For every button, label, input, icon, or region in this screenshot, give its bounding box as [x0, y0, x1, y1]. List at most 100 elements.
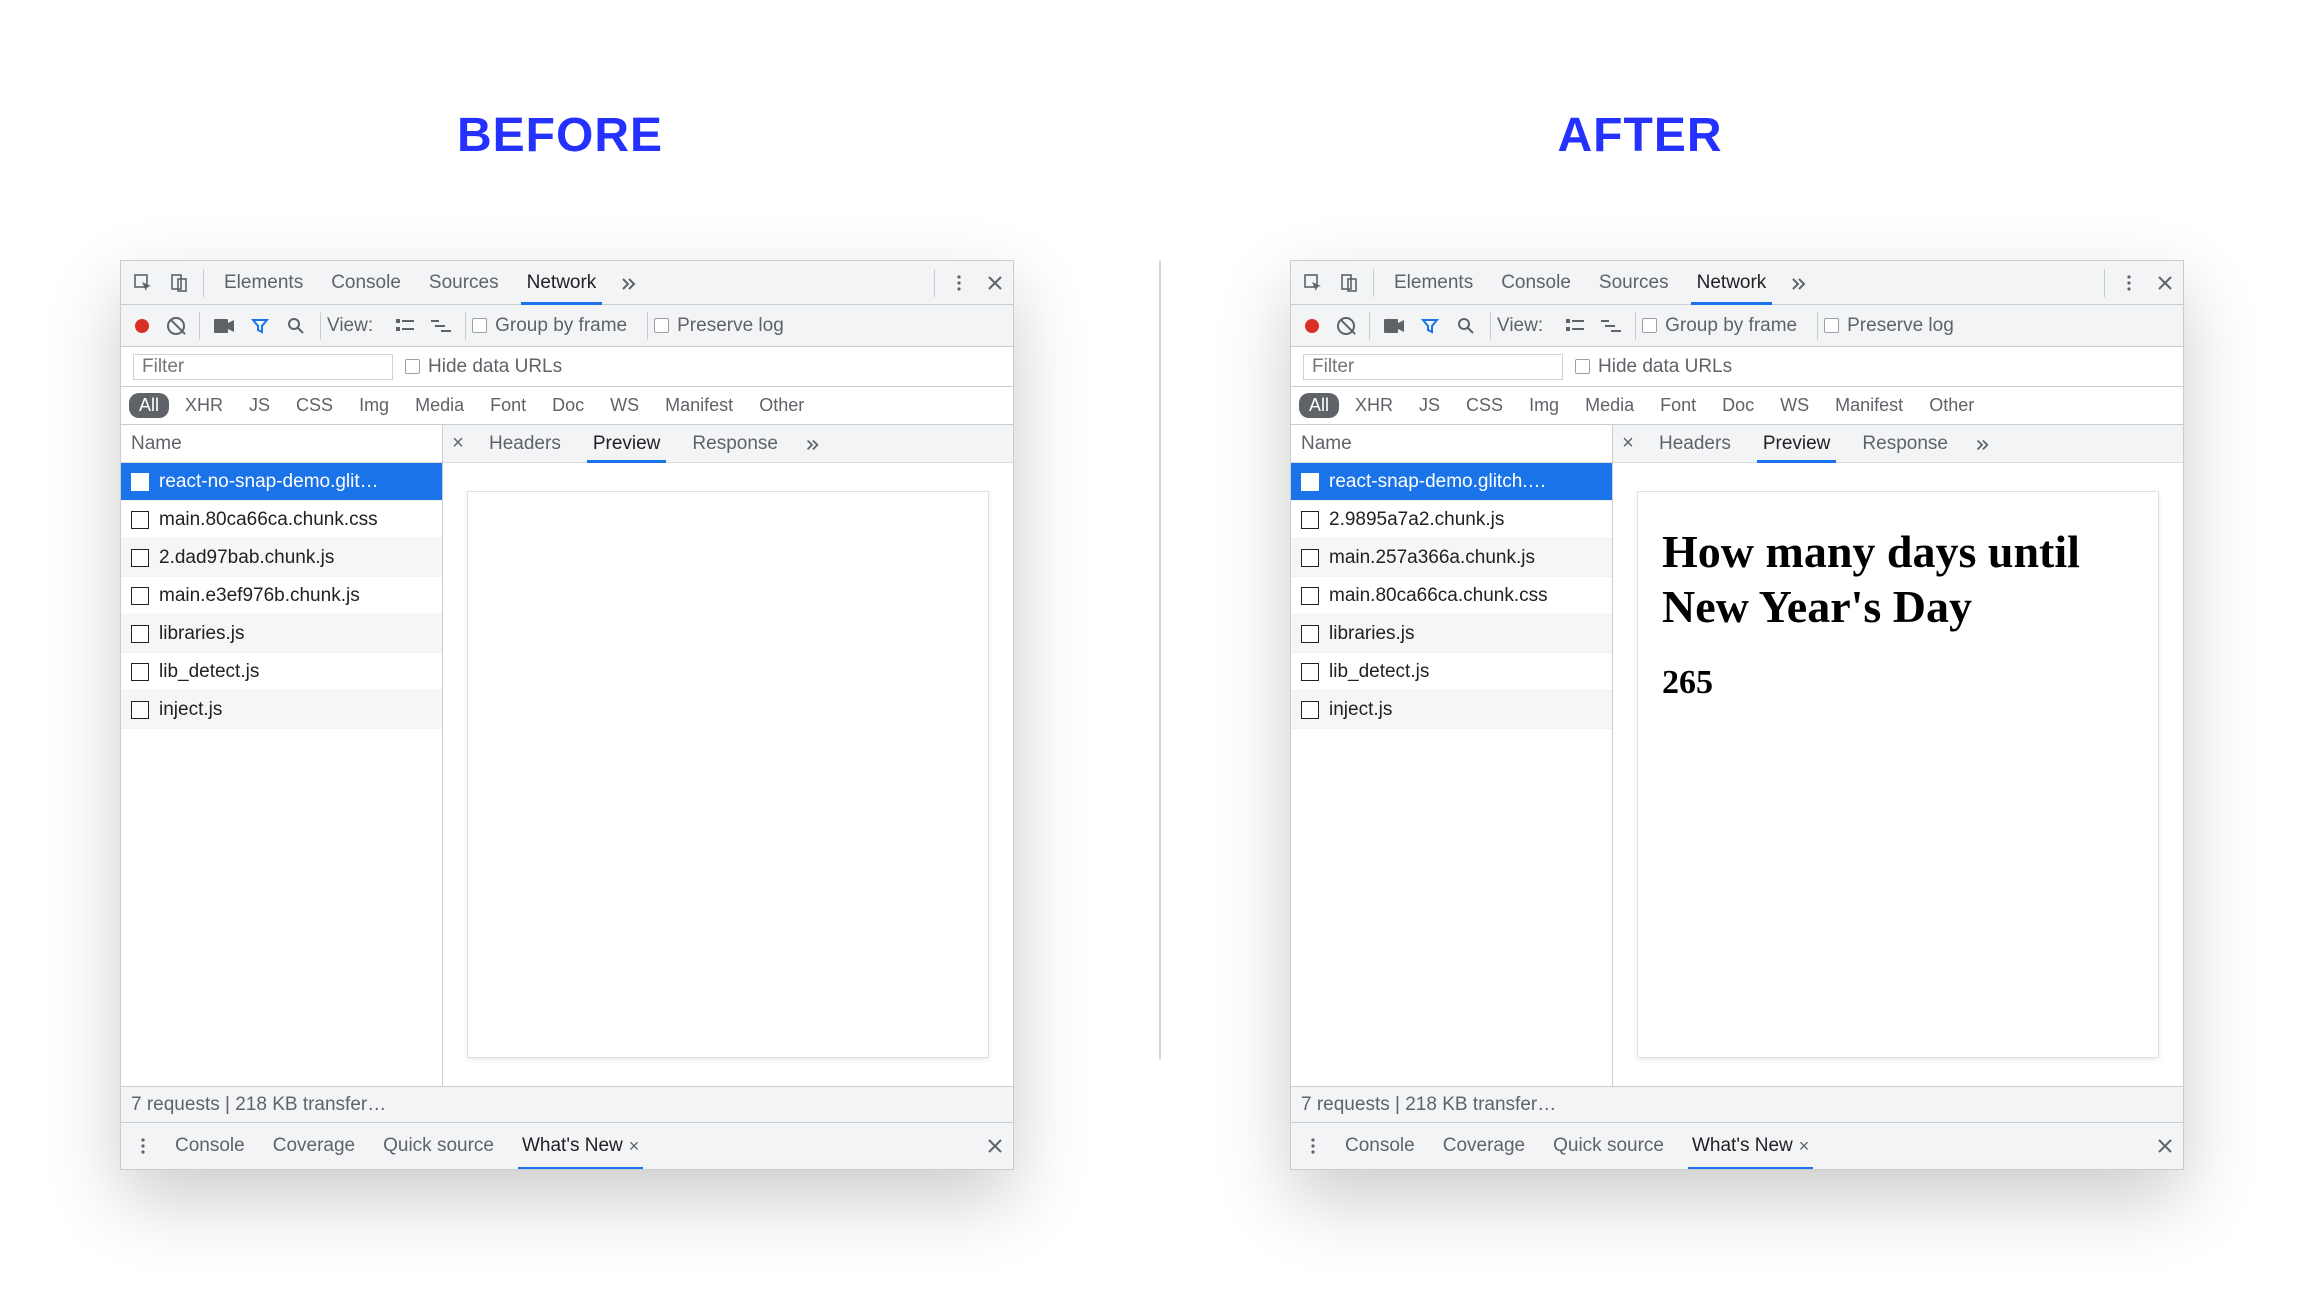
tab-network[interactable]: Network — [513, 261, 611, 304]
large-rows-icon[interactable] — [1561, 312, 1589, 340]
type-all[interactable]: All — [129, 393, 169, 418]
camera-icon[interactable] — [1380, 312, 1408, 340]
filter-icon[interactable] — [1416, 312, 1444, 340]
detail-tab-preview[interactable]: Preview — [1747, 425, 1847, 462]
close-tab-icon[interactable]: × — [1799, 1136, 1810, 1157]
close-drawer-icon[interactable] — [2151, 1132, 2179, 1160]
drawer-tab-console[interactable]: Console — [1331, 1123, 1429, 1169]
close-tab-icon[interactable]: × — [629, 1136, 640, 1157]
request-row[interactable]: lib_detect.js — [121, 653, 442, 691]
request-row[interactable]: react-no-snap-demo.glit… — [121, 463, 442, 501]
drawer-tab-whats-new[interactable]: What's New × — [508, 1123, 653, 1169]
tab-elements[interactable]: Elements — [1380, 261, 1487, 304]
type-manifest[interactable]: Manifest — [1825, 393, 1913, 418]
inspect-element-icon[interactable] — [1299, 269, 1327, 297]
search-icon[interactable] — [282, 312, 310, 340]
tab-elements[interactable]: Elements — [210, 261, 317, 304]
drawer-tab-quick-source[interactable]: Quick source — [369, 1123, 508, 1169]
drawer-tab-coverage[interactable]: Coverage — [1429, 1123, 1539, 1169]
group-by-frame-checkbox[interactable] — [472, 318, 487, 333]
more-tabs-icon[interactable] — [1784, 269, 1812, 297]
preserve-log-checkbox[interactable] — [1824, 318, 1839, 333]
clear-button[interactable] — [1337, 317, 1355, 335]
request-row[interactable]: main.80ca66ca.chunk.css — [121, 501, 442, 539]
type-img[interactable]: Img — [1519, 393, 1569, 418]
detail-tab-headers[interactable]: Headers — [1643, 425, 1747, 462]
waterfall-icon[interactable] — [1597, 312, 1625, 340]
drawer-menu-icon[interactable] — [1299, 1132, 1327, 1160]
filter-icon[interactable] — [246, 312, 274, 340]
detail-tab-response[interactable]: Response — [676, 425, 794, 462]
drawer-tab-console[interactable]: Console — [161, 1123, 259, 1169]
filter-input[interactable] — [1303, 354, 1563, 380]
type-xhr[interactable]: XHR — [1345, 393, 1403, 418]
type-doc[interactable]: Doc — [1712, 393, 1764, 418]
type-img[interactable]: Img — [349, 393, 399, 418]
type-ws[interactable]: WS — [1770, 393, 1819, 418]
hide-data-urls-checkbox[interactable] — [1575, 359, 1590, 374]
type-css[interactable]: CSS — [286, 393, 343, 418]
type-all[interactable]: All — [1299, 393, 1339, 418]
request-row[interactable]: main.e3ef976b.chunk.js — [121, 577, 442, 615]
tab-sources[interactable]: Sources — [415, 261, 513, 304]
close-detail-icon[interactable]: × — [1613, 432, 1643, 455]
group-by-frame-checkbox[interactable] — [1642, 318, 1657, 333]
request-row[interactable]: main.257a366a.chunk.js — [1291, 539, 1612, 577]
type-manifest[interactable]: Manifest — [655, 393, 743, 418]
hide-data-urls-checkbox[interactable] — [405, 359, 420, 374]
close-devtools-icon[interactable] — [981, 269, 1009, 297]
drawer-tab-coverage[interactable]: Coverage — [259, 1123, 369, 1169]
close-drawer-icon[interactable] — [981, 1132, 1009, 1160]
type-media[interactable]: Media — [1575, 393, 1644, 418]
inspect-element-icon[interactable] — [129, 269, 157, 297]
clear-button[interactable] — [167, 317, 185, 335]
type-font[interactable]: Font — [480, 393, 536, 418]
kebab-menu-icon[interactable] — [945, 269, 973, 297]
waterfall-icon[interactable] — [427, 312, 455, 340]
tab-console[interactable]: Console — [317, 261, 415, 304]
request-row[interactable]: inject.js — [1291, 691, 1612, 729]
more-tabs-icon[interactable] — [614, 269, 642, 297]
preserve-log-checkbox[interactable] — [654, 318, 669, 333]
close-detail-icon[interactable]: × — [443, 432, 473, 455]
device-toggle-icon[interactable] — [165, 269, 193, 297]
type-js[interactable]: JS — [239, 393, 280, 418]
request-row[interactable]: 2.9895a7a2.chunk.js — [1291, 501, 1612, 539]
request-row[interactable]: libraries.js — [1291, 615, 1612, 653]
request-row[interactable]: libraries.js — [121, 615, 442, 653]
type-ws[interactable]: WS — [600, 393, 649, 418]
request-row[interactable]: react-snap-demo.glitch.… — [1291, 463, 1612, 501]
detail-tab-response[interactable]: Response — [1846, 425, 1964, 462]
tab-network[interactable]: Network — [1683, 261, 1781, 304]
device-toggle-icon[interactable] — [1335, 269, 1363, 297]
filter-input[interactable] — [133, 354, 393, 380]
tab-console[interactable]: Console — [1487, 261, 1585, 304]
more-detail-tabs-icon[interactable] — [798, 430, 826, 458]
request-row[interactable]: 2.dad97bab.chunk.js — [121, 539, 442, 577]
request-row[interactable]: main.80ca66ca.chunk.css — [1291, 577, 1612, 615]
detail-tab-preview[interactable]: Preview — [577, 425, 677, 462]
type-other[interactable]: Other — [749, 393, 814, 418]
type-js[interactable]: JS — [1409, 393, 1450, 418]
type-other[interactable]: Other — [1919, 393, 1984, 418]
type-css[interactable]: CSS — [1456, 393, 1513, 418]
record-button[interactable] — [1305, 319, 1319, 333]
drawer-tab-whats-new[interactable]: What's New × — [1678, 1123, 1823, 1169]
detail-tab-headers[interactable]: Headers — [473, 425, 577, 462]
drawer-menu-icon[interactable] — [129, 1132, 157, 1160]
type-font[interactable]: Font — [1650, 393, 1706, 418]
request-list-header[interactable]: Name — [121, 425, 442, 463]
tab-sources[interactable]: Sources — [1585, 261, 1683, 304]
type-media[interactable]: Media — [405, 393, 474, 418]
more-detail-tabs-icon[interactable] — [1968, 430, 1996, 458]
request-row[interactable]: lib_detect.js — [1291, 653, 1612, 691]
large-rows-icon[interactable] — [391, 312, 419, 340]
request-list-header[interactable]: Name — [1291, 425, 1612, 463]
search-icon[interactable] — [1452, 312, 1480, 340]
request-row[interactable]: inject.js — [121, 691, 442, 729]
type-xhr[interactable]: XHR — [175, 393, 233, 418]
record-button[interactable] — [135, 319, 149, 333]
type-doc[interactable]: Doc — [542, 393, 594, 418]
kebab-menu-icon[interactable] — [2115, 269, 2143, 297]
camera-icon[interactable] — [210, 312, 238, 340]
